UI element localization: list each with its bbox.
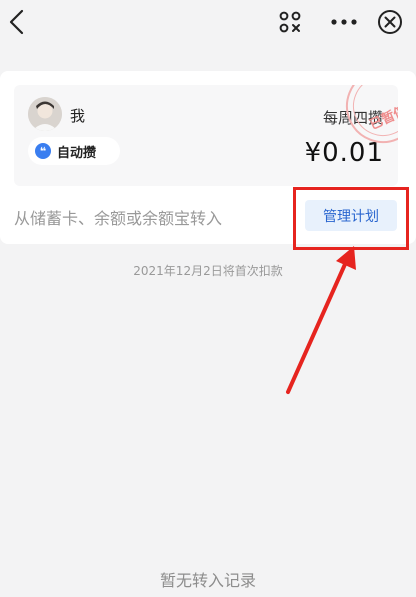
save-amount: ¥0.01 xyxy=(304,138,384,168)
quote-icon: ❝ xyxy=(35,143,51,159)
savings-plan-page: 我 ❝ 自动攒 每周四攒 ¥0.01 已暂停 从储蓄卡、余额或余额宝转入 管理计… xyxy=(0,0,416,597)
close-button[interactable] xyxy=(376,8,404,36)
chevron-left-icon xyxy=(9,9,24,35)
user-avatar-icon xyxy=(28,97,62,131)
empty-records-text: 暂无转入记录 xyxy=(159,571,256,590)
back-button[interactable] xyxy=(4,6,32,38)
funding-source-text: 从储蓄卡、余额或余额宝转入 xyxy=(14,209,223,228)
top-navigation-bar xyxy=(0,0,416,44)
red-arrow-annotation xyxy=(286,246,356,394)
plan-summary[interactable]: 我 ❝ 自动攒 每周四攒 ¥0.01 已暂停 xyxy=(14,85,398,186)
scan-qr-icon xyxy=(279,11,301,33)
manage-plan-button[interactable]: 管理计划 xyxy=(305,200,397,231)
plan-owner-name: 我 xyxy=(70,107,86,125)
mode-label: 自动攒 xyxy=(57,145,97,161)
auto-save-mode-tag: ❝ 自动攒 xyxy=(28,137,120,165)
avatar xyxy=(28,97,62,131)
paused-stamp-text: 已暂停 xyxy=(367,103,398,133)
more-button[interactable] xyxy=(329,11,359,33)
scan-button[interactable] xyxy=(277,9,303,35)
close-circle-icon xyxy=(378,10,402,34)
more-horizontal-icon xyxy=(331,19,357,25)
